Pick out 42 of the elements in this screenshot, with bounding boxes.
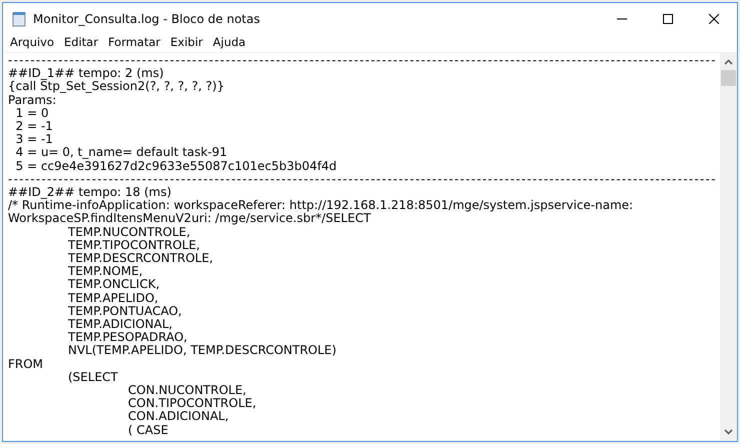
log-line: /* Runtime-infoApplication: workspaceReferer: http://192.168.1.218:8501/mge/system.jspservice-name: (8, 199, 634, 212)
separator-line: ------------------------------------------------------------------------------------------------------------------------------- (8, 54, 717, 68)
log-line: 1 = 0 (14, 106, 49, 120)
log-line: TEMP.NOME, (67, 265, 143, 278)
scrollbar[interactable] (720, 53, 737, 441)
log-line: TEMP.PONTUACAO, (67, 304, 182, 318)
log-line: {call Stp_Set_Session2(?, ?, ?, ?, ?)} (8, 80, 224, 94)
scroll-up-icon (724, 59, 733, 65)
log-line: TEMP.DESCRCONTROLE, (67, 252, 214, 266)
log-line: WorkspaceSP.findItensMenuV2uri: /mge/service.sbr*/SELECT (8, 212, 371, 226)
menu-item[interactable]: Formatar (103, 34, 166, 52)
log-line: 5 = cc9e4e391627d2c9633e55087c101ec5b3b04f4d (14, 160, 337, 173)
log-line: CON.ADICIONAL, (127, 410, 229, 424)
log-line: CON.TIPOCONTROLE, (127, 397, 256, 410)
notepad-icon (11, 10, 27, 26)
menu-item[interactable]: Arquivo (5, 34, 60, 52)
log-line: ##ID_1## tempo: 2 (ms) (8, 67, 164, 80)
log-line: Params: (8, 94, 56, 107)
window-title: Monitor_Consulta.log - Bloco de notas (33, 10, 260, 28)
menu-item[interactable]: Exibir (165, 34, 208, 52)
log-line: 2 = -1 (14, 120, 53, 134)
log-line: NVL(TEMP.APELIDO, TEMP.DESCRCONTROLE) (67, 344, 336, 358)
log-line: TEMP.ONCLICK, (67, 278, 160, 292)
log-line: TEMP.NUCONTROLE, (67, 226, 190, 239)
menu-item[interactable]: Editar (59, 34, 104, 52)
log-line: ( CASE (127, 424, 168, 437)
log-line: ##ID_2## tempo: 18 (ms) (8, 186, 172, 200)
log-line: TEMP.PESOPADRAO, (67, 331, 188, 344)
log-line: TEMP.ADICIONAL, (67, 318, 172, 332)
log-line: (SELECT (67, 370, 118, 384)
log-line: 4 = u= 0, t_name= default task-91 (14, 146, 228, 160)
scrollbar-thumb[interactable] (721, 70, 736, 86)
log-line: FROM (8, 358, 44, 371)
close-icon (709, 14, 719, 24)
log-line: 3 = -1 (14, 133, 53, 146)
separator-line: ------------------------------------------------------------------------------------------------------------------------------- (8, 172, 717, 186)
scroll-down-icon (724, 429, 733, 435)
log-line: TEMP.APELIDO, (67, 292, 158, 305)
menu-item[interactable]: Ajuda (208, 34, 251, 52)
maximize-icon (663, 14, 673, 24)
log-line: CON.NUCONTROLE, (127, 384, 246, 398)
log-line: TEMP.TIPOCONTROLE, (67, 238, 200, 252)
